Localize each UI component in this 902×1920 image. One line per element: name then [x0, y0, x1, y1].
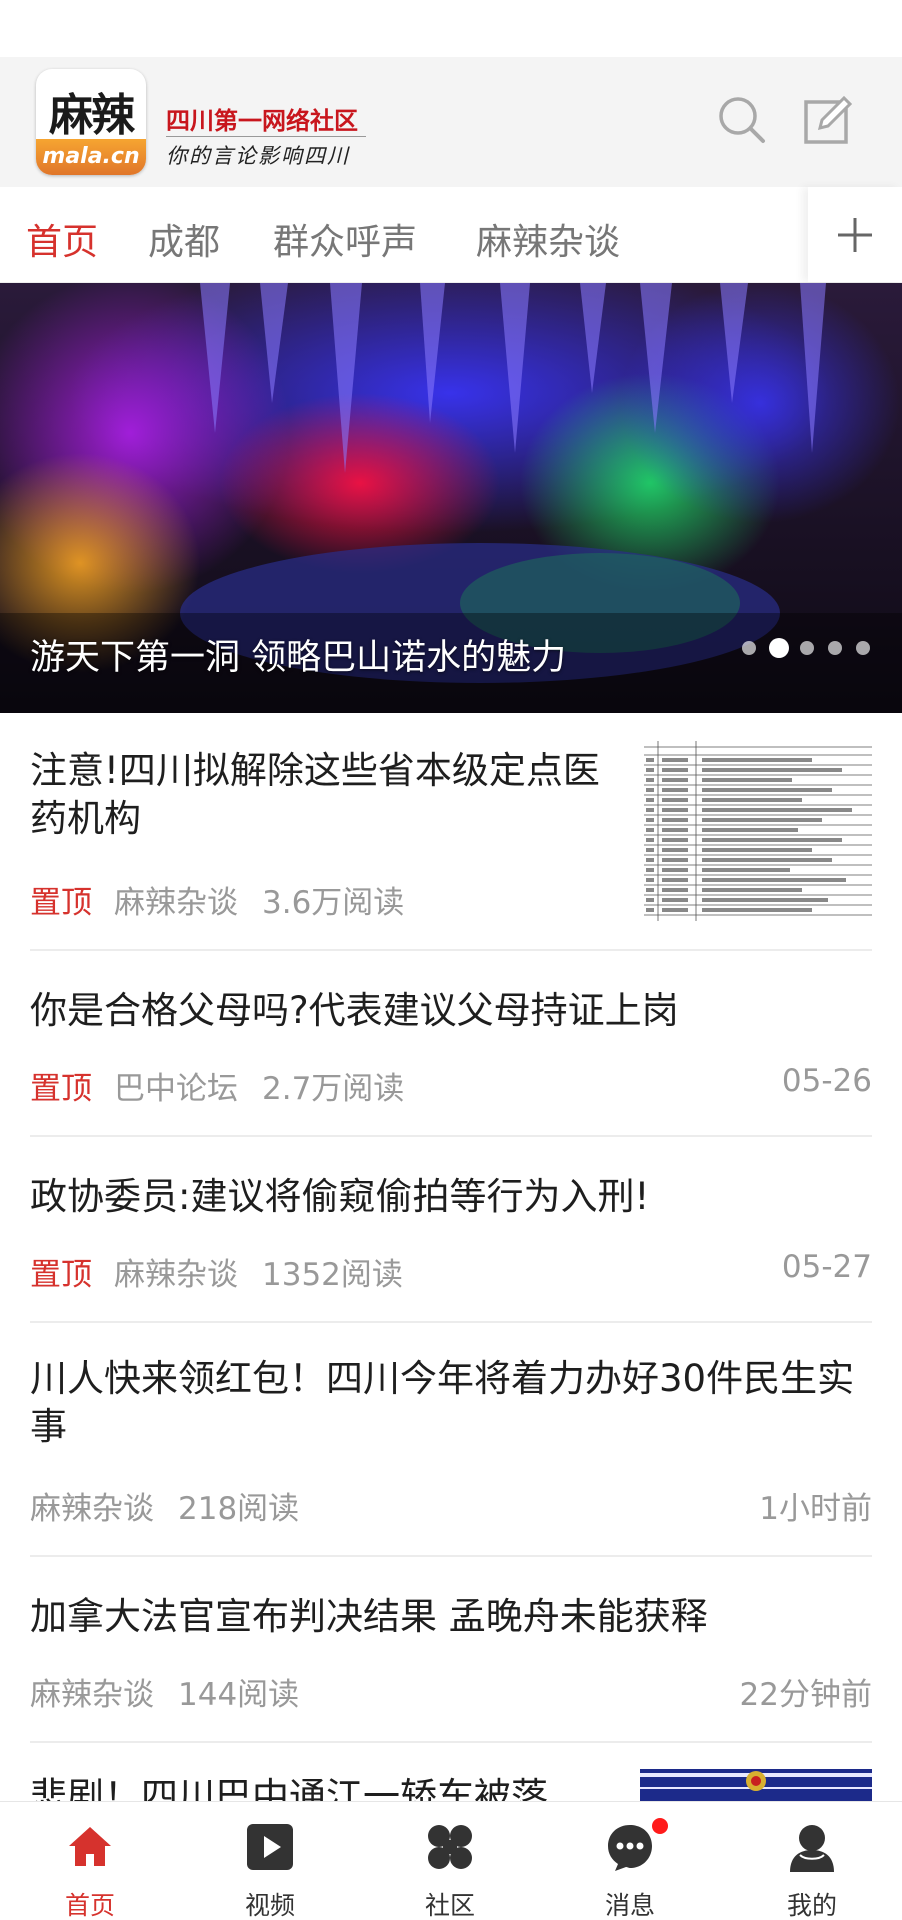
status-bar: [0, 0, 902, 57]
news-title: 川人快来领红包！四川今年将着力办好30件民生实事: [30, 1357, 855, 1448]
pinned-tag: 置顶: [30, 1257, 92, 1293]
news-title: 政协委员:建议将偷窥偷拍等行为入刑!: [30, 1175, 650, 1218]
tab-chengdu[interactable]: 成都: [148, 213, 220, 265]
tab-label: 社区: [424, 1891, 475, 1920]
bottom-tab-bar: 首页 视频 社区 消息 我的: [0, 1801, 902, 1920]
news-time: 1小时前: [759, 1491, 872, 1527]
logo-text: 麻辣: [49, 90, 135, 141]
read-count: 2.7万阅读: [262, 1071, 405, 1107]
community-icon: [428, 1825, 472, 1869]
carousel-dot: [828, 641, 842, 655]
news-meta: 麻辣杂谈 144阅读: [30, 1669, 299, 1714]
app-header: 麻辣 mala.cn 四川第一网络社区 你的言论影响四川: [0, 57, 902, 187]
read-count: 3.6万阅读: [262, 885, 405, 921]
tab-home-nav[interactable]: 首页: [20, 1802, 160, 1920]
tab-video-nav[interactable]: 视频: [200, 1802, 340, 1920]
read-count: 218阅读: [178, 1491, 300, 1527]
tab-community-nav[interactable]: 社区: [380, 1802, 520, 1920]
site-slogan: 四川第一网络社区: [166, 107, 358, 135]
carousel-dot: [800, 641, 814, 655]
news-title: 你是合格父母吗?代表建议父母持证上岗: [30, 989, 679, 1032]
news-source: 麻辣杂谈: [30, 1677, 154, 1713]
tab-mala-chat[interactable]: 麻辣杂谈: [476, 213, 620, 265]
read-count: 1352阅读: [262, 1257, 403, 1293]
compose-icon: [804, 95, 853, 144]
news-item[interactable]: 政协委员:建议将偷窥偷拍等行为入刑! 置顶 麻辣杂谈 1352阅读 05-27: [30, 1137, 872, 1323]
channel-bar: 首页 成都 群众呼声 麻辣杂谈: [0, 187, 902, 283]
tab-label: 消息: [604, 1891, 655, 1920]
banner-carousel[interactable]: 游天下第一洞 领略巴山诺水的魅力: [0, 283, 902, 713]
tab-label: 首页: [64, 1891, 115, 1920]
tab-label: 我的: [786, 1891, 837, 1920]
news-time: 05-26: [781, 1063, 872, 1099]
news-title: 注意!四川拟解除这些省本级定点医药机构: [30, 749, 600, 840]
carousel-dot: [856, 641, 870, 655]
news-item[interactable]: 你是合格父母吗?代表建议父母持证上岗 置顶 巴中论坛 2.7万阅读 05-26: [30, 951, 872, 1137]
site-tagline: 你的言论影响四川: [166, 144, 350, 168]
carousel-dot: [742, 641, 756, 655]
news-title: 加拿大法官宣布判决结果 孟晚舟未能获释: [30, 1595, 708, 1638]
news-item[interactable]: 川人快来领红包！四川今年将着力办好30件民生实事 麻辣杂谈 218阅读 1小时前: [30, 1323, 872, 1557]
news-source: 麻辣杂谈: [114, 1257, 238, 1293]
news-time: 22分钟前: [739, 1677, 872, 1713]
slogan-divider: [166, 136, 366, 137]
news-meta: 置顶 麻辣杂谈 1352阅读: [30, 1249, 403, 1294]
banner-caption: 游天下第一洞 领略巴山诺水的魅力: [30, 638, 567, 678]
news-source: 麻辣杂谈: [30, 1491, 154, 1527]
tab-profile-nav[interactable]: 我的: [742, 1802, 882, 1920]
carousel-dot-active: [769, 638, 789, 658]
profile-icon: [790, 1825, 834, 1872]
home-icon: [69, 1827, 111, 1866]
logo-domain: mala.cn: [36, 139, 146, 175]
news-item[interactable]: 注意!四川拟解除这些省本级定点医药机构 置顶 麻辣杂谈 3.6万阅读: [30, 713, 872, 951]
news-meta: 置顶 麻辣杂谈 3.6万阅读: [30, 877, 404, 922]
site-logo[interactable]: 麻辣 mala.cn: [36, 69, 146, 175]
news-time: 05-27: [781, 1249, 872, 1285]
news-item[interactable]: 加拿大法官宣布判决结果 孟晚舟未能获释 麻辣杂谈 144阅读 22分钟前: [30, 1557, 872, 1743]
news-meta: 麻辣杂谈 218阅读: [30, 1483, 299, 1528]
tab-public-voice[interactable]: 群众呼声: [273, 213, 417, 265]
unread-badge: [652, 1818, 668, 1834]
plus-icon: [838, 217, 872, 252]
pinned-tag: 置顶: [30, 1071, 92, 1107]
read-count: 144阅读: [178, 1677, 300, 1713]
news-source: 巴中论坛: [114, 1071, 238, 1107]
news-meta: 置顶 巴中论坛 2.7万阅读: [30, 1063, 404, 1108]
news-source: 麻辣杂谈: [114, 885, 238, 921]
message-icon: [608, 1825, 652, 1871]
pinned-tag: 置顶: [30, 885, 92, 921]
add-channel-button[interactable]: [808, 187, 902, 282]
video-icon: [247, 1824, 293, 1870]
compose-button[interactable]: [800, 94, 856, 150]
search-button[interactable]: [714, 92, 770, 148]
search-icon: [719, 97, 765, 143]
tab-home[interactable]: 首页: [26, 213, 98, 265]
tab-label: 视频: [244, 1891, 295, 1920]
news-thumbnail: [640, 741, 872, 921]
tab-message-nav[interactable]: 消息: [560, 1802, 700, 1920]
